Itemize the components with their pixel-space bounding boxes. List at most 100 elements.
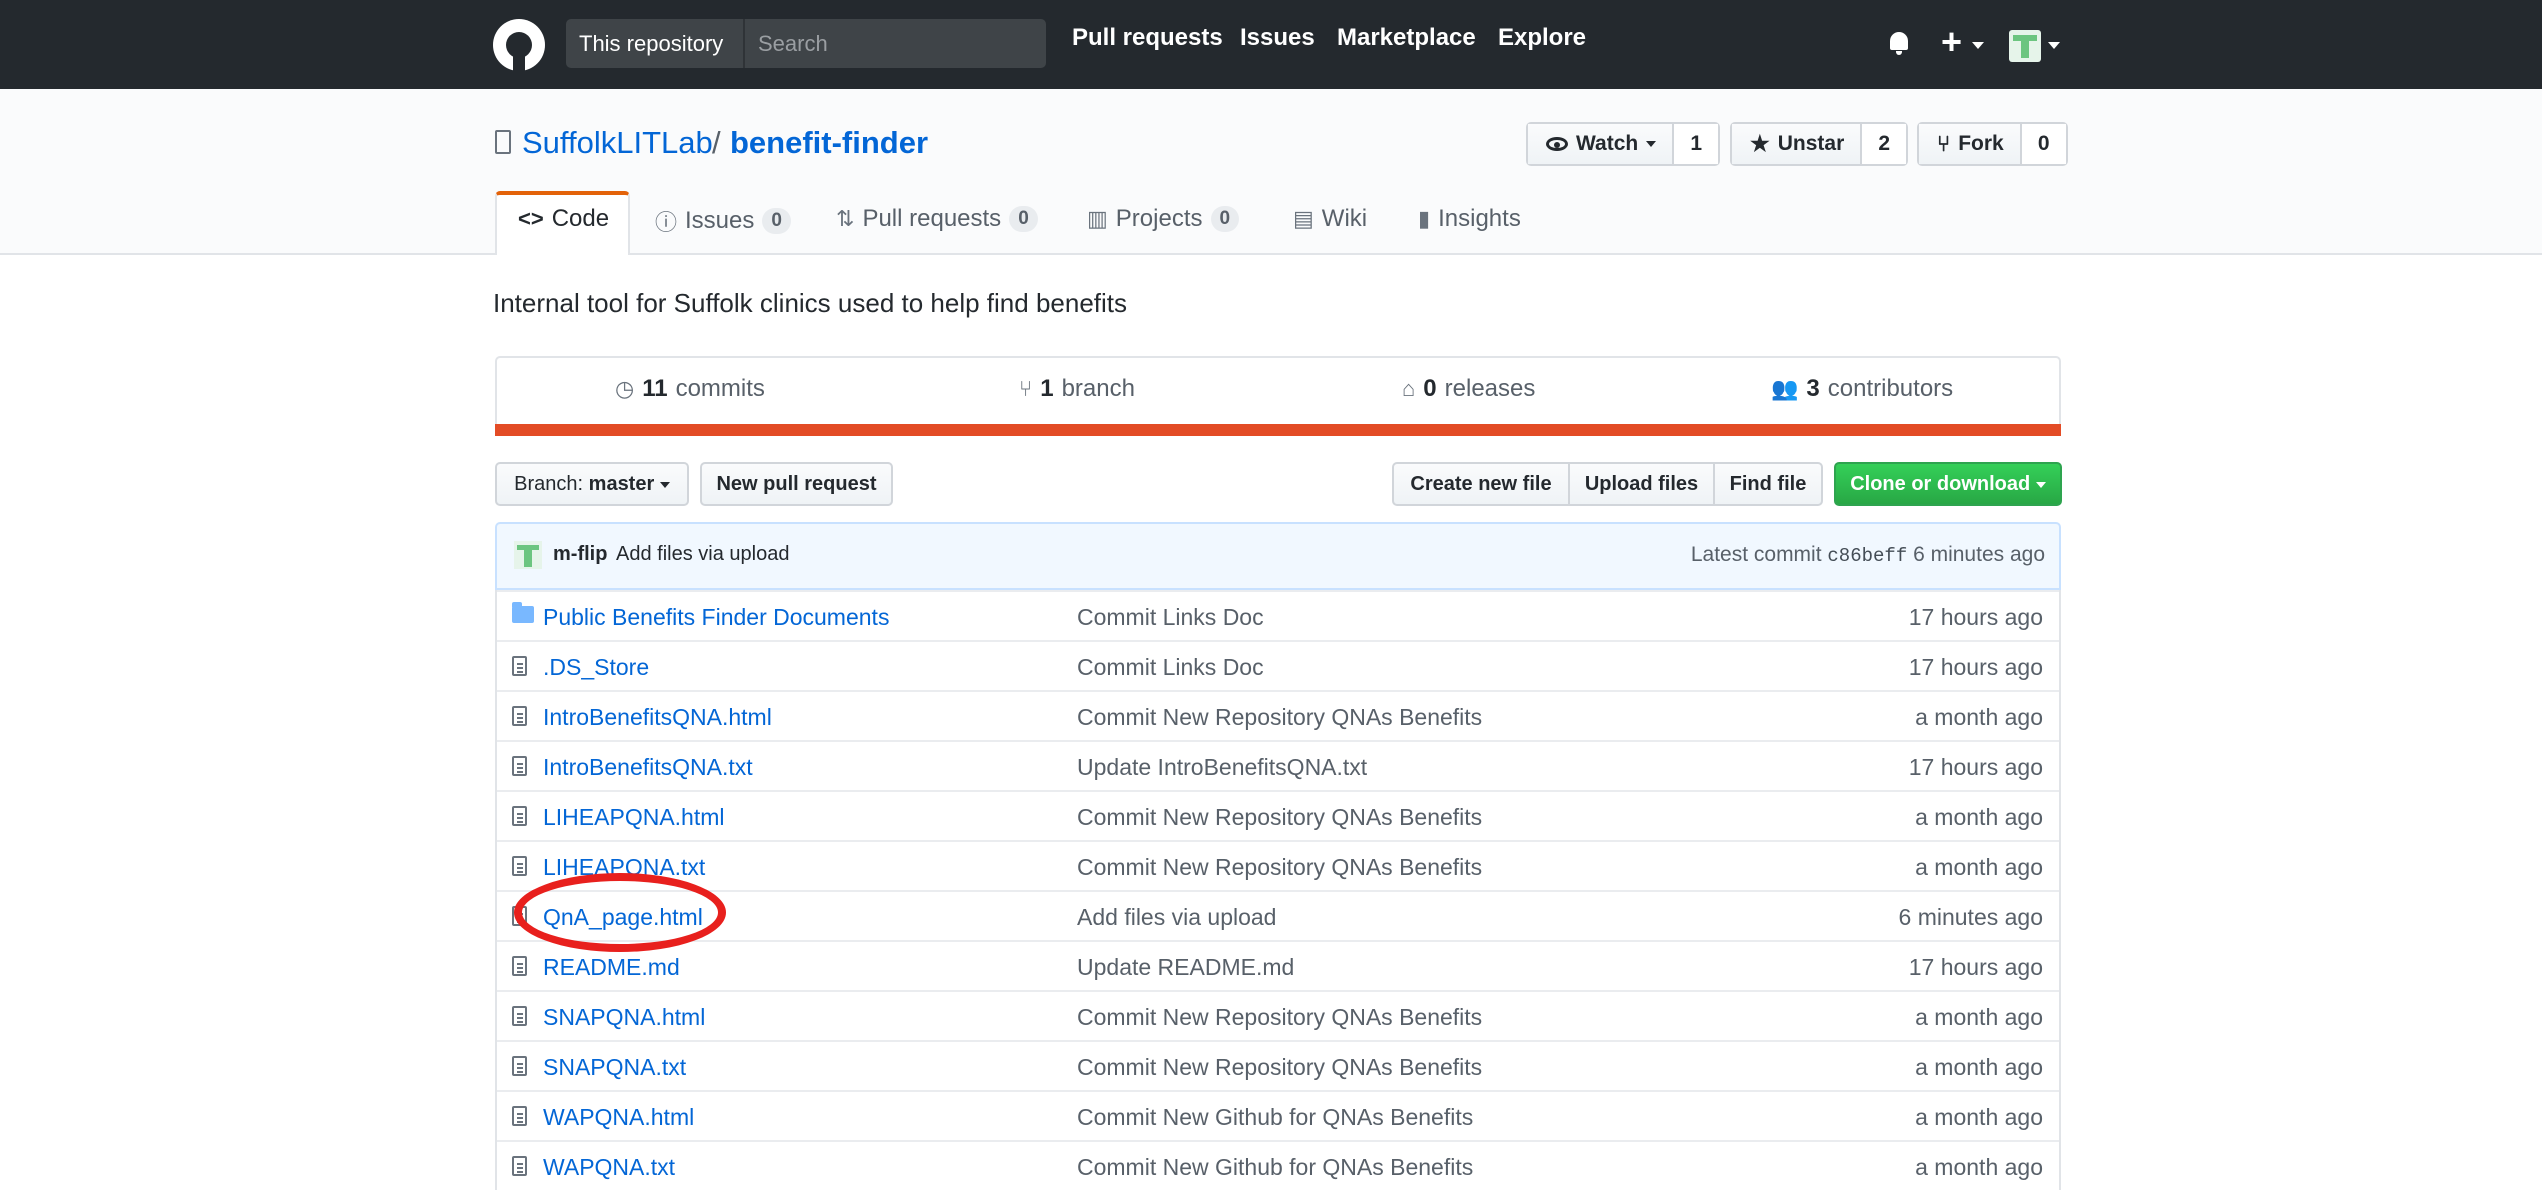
file-name-link[interactable]: README.md [543,954,680,981]
file-commit-message-link[interactable]: Commit Links Doc [1077,604,1264,631]
tab-insights[interactable]: ▮ Insights [1418,205,1521,233]
clone-chevron-down-icon [2035,481,2046,488]
unstar-button[interactable]: ★ Unstar [1732,124,1863,164]
file-commit-message-link[interactable]: Update IntroBenefitsQNA.txt [1077,754,1367,781]
user-avatar[interactable] [2009,30,2041,62]
tab-issues-count: 0 [762,208,791,234]
fork-icon: ⑂ [1937,131,1951,156]
file-text-icon [512,1156,527,1176]
star-count[interactable]: 2 [1862,124,1907,164]
create-new-file-button[interactable]: Create new file [1392,462,1570,506]
new-pull-request-button[interactable]: New pull request [700,462,893,506]
file-name-link[interactable]: .DS_Store [543,654,649,681]
file-name-link[interactable]: IntroBenefitsQNA.html [543,704,772,731]
file-commit-message-link[interactable]: Update README.md [1077,954,1294,981]
file-text-icon [512,806,527,826]
commit-sha-link[interactable]: c86beff [1827,545,1907,567]
file-commit-message-link[interactable]: Commit New Repository QNAs Benefits [1077,704,1482,731]
file-name-link[interactable]: LIHEAPQNA.html [543,804,725,831]
file-commit-age: a month ago [1915,704,2043,730]
tab-issues[interactable]: ⓘ Issues 0 [655,205,791,237]
file-commit-message-link[interactable]: Commit New Repository QNAs Benefits [1077,854,1482,881]
contributors-stat-link[interactable]: 👥 3 contributors [1771,375,1953,403]
file-text-icon-shape [512,806,527,826]
top-navbar: This repository Pull requests Issues Mar… [0,0,2542,89]
language-bar[interactable] [495,424,2061,436]
file-name-link[interactable]: WAPQNA.txt [543,1154,675,1181]
file-text-icon-shape [512,956,527,976]
tab-code-label: Code [551,205,610,232]
create-new-chevron-down-icon[interactable] [1972,42,1984,49]
file-commit-message-link[interactable]: Commit Links Doc [1077,654,1264,681]
file-commit-age: a month ago [1915,1004,2043,1030]
file-commit-message-link[interactable]: Commit New Github for QNAs Benefits [1077,1104,1473,1131]
fork-button[interactable]: ⑂ Fork [1919,124,2022,164]
tab-wiki[interactable]: ▤ Wiki [1293,205,1367,233]
eye-icon [1546,137,1568,151]
latest-commit-prefix: Latest commit [1690,543,1822,566]
unstar-label: Unstar [1777,132,1845,155]
file-commit-message-link[interactable]: Commit New Github for QNAs Benefits [1077,1154,1473,1181]
file-commit-message-link[interactable]: Commit New Repository QNAs Benefits [1077,1054,1482,1081]
fork-count[interactable]: 0 [2021,124,2066,164]
file-commit-age: 17 hours ago [1908,754,2043,780]
repo-name-link[interactable]: benefit-finder [730,125,928,161]
nav-link-explore[interactable]: Explore [1498,24,1586,52]
upload-files-button[interactable]: Upload files [1568,462,1715,506]
file-name-link[interactable]: SNAPQNA.html [543,1004,705,1031]
search-input[interactable] [743,19,1046,68]
commit-message-link[interactable]: Add files via upload [616,543,789,566]
file-name-link[interactable]: SNAPQNA.txt [543,1054,686,1081]
contributors-count: 3 [1806,375,1820,402]
file-text-icon [512,706,527,726]
repo-owner-link[interactable]: SuffolkLITLab [522,125,713,161]
file-row: SNAPQNA.txt Commit New Repository QNAs Be… [497,1040,2059,1090]
user-menu-chevron-down-icon[interactable] [2048,42,2060,49]
file-list: Public Benefits Finder Documents Commit L… [495,590,2061,1190]
star-button-group: ★ Unstar 2 [1730,122,1909,166]
file-commit-age: 6 minutes ago [1898,904,2043,930]
watch-button[interactable]: Watch [1528,124,1675,164]
file-commit-message-link[interactable]: Commit New Repository QNAs Benefits [1077,1004,1482,1031]
file-name-link[interactable]: Public Benefits Finder Documents [543,604,889,631]
repo-header [0,89,2542,255]
github-logo-icon[interactable] [493,19,545,71]
repo-path-separator: / [712,125,721,160]
tab-pull-requests[interactable]: ⇅ Pull requests 0 [836,205,1038,233]
branch-chevron-down-icon [659,481,670,488]
nav-link-issues[interactable]: Issues [1240,24,1315,52]
file-text-icon [512,756,527,776]
tab-pull-requests-label: Pull requests [862,205,1002,232]
tag-icon: ⌂ [1402,376,1416,401]
commits-stat-link[interactable]: ◷ 11 commits [615,375,765,403]
file-text-icon [512,1106,527,1126]
tab-issues-label: Issues [685,207,755,234]
file-name-link[interactable]: QnA_page.html [543,904,703,931]
clone-or-download-button[interactable]: Clone or download [1834,462,2062,506]
star-icon: ★ [1750,131,1770,156]
watch-count[interactable]: 1 [1674,124,1719,164]
notifications-bell-icon[interactable] [1890,32,1908,55]
file-commit-message-link[interactable]: Commit New Repository QNAs Benefits [1077,804,1482,831]
commit-author-link[interactable]: m-flip [553,543,607,566]
file-text-icon-shape [512,906,527,926]
branch-select-button[interactable]: Branch: master [495,462,689,506]
find-file-button[interactable]: Find file [1713,462,1823,506]
file-name-link[interactable]: IntroBenefitsQNA.txt [543,754,753,781]
create-new-plus-icon[interactable]: + [1941,22,1962,62]
branch-stat-link[interactable]: ⑂ 1 branch [1019,375,1135,403]
nav-link-marketplace[interactable]: Marketplace [1337,24,1476,52]
tab-projects[interactable]: ▥ Projects 0 [1087,205,1240,233]
releases-stat-link[interactable]: ⌂ 0 releases [1402,375,1535,403]
nav-link-pull-requests[interactable]: Pull requests [1072,24,1223,52]
tab-code[interactable]: <> Code [518,205,609,233]
file-text-icon [512,656,527,676]
git-branch-icon: ⑂ [1019,376,1033,401]
file-name-link[interactable]: LIHEAPQNA.txt [543,854,705,881]
file-commit-message-link[interactable]: Add files via upload [1077,904,1276,931]
file-row: .DS_Store Commit Links Doc 17 hours ago [497,640,2059,690]
file-text-icon [512,1056,527,1076]
commit-author-avatar[interactable] [514,541,542,569]
file-name-link[interactable]: WAPQNA.html [543,1104,694,1131]
search-scope-label[interactable]: This repository [566,19,746,68]
